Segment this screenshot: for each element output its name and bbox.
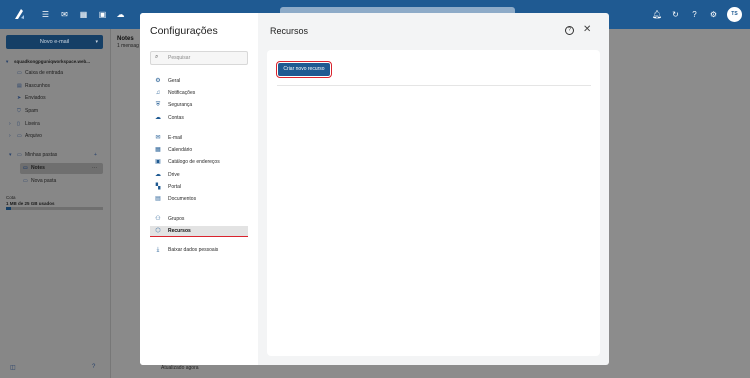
grid-icon: ▚ bbox=[155, 184, 161, 190]
download-icon: ⤓ bbox=[156, 247, 160, 253]
divider bbox=[277, 85, 591, 86]
new-mail-label: Novo e-mail bbox=[39, 39, 70, 45]
spam-icon: ⛉ bbox=[17, 108, 21, 114]
chevron-down-icon: ▾ bbox=[9, 152, 12, 158]
sidebar-item-inbox[interactable]: ▭ Caixa de entrada bbox=[17, 69, 63, 78]
nav-item-documents[interactable]: ▤ Documentos bbox=[150, 194, 248, 205]
sidebar-item-sent[interactable]: ➤ Enviados bbox=[17, 94, 46, 103]
users-icon: ⚇ bbox=[155, 216, 161, 222]
folder-title: Notes bbox=[117, 36, 134, 42]
nav-item-general[interactable]: ⚙ Geral bbox=[150, 76, 248, 87]
toggle-sidebar-icon[interactable]: ◫ bbox=[10, 364, 16, 371]
folder-icon: ▭ bbox=[17, 152, 22, 158]
folder-icon: ▭ bbox=[23, 165, 28, 171]
search-icon: ⌕ bbox=[155, 54, 159, 60]
nav-item-groups[interactable]: ⚇ Grupos bbox=[150, 214, 248, 225]
cloud-icon: ☁ bbox=[155, 172, 161, 178]
bell-icon: ♫ bbox=[155, 90, 161, 96]
search-placeholder: Pesquisar bbox=[168, 55, 191, 61]
nav-item-resources[interactable]: ⬡ Recursos bbox=[150, 226, 248, 237]
add-folder-icon[interactable]: + bbox=[94, 151, 97, 160]
new-mail-button[interactable]: Novo e-mail ▾ bbox=[6, 35, 103, 49]
close-icon[interactable]: ✕ bbox=[583, 24, 591, 35]
help-icon[interactable]: ? bbox=[565, 26, 574, 35]
cube-icon: ⬡ bbox=[155, 228, 161, 234]
chevron-right-icon: › bbox=[9, 121, 11, 127]
more-options-icon[interactable]: ··· bbox=[92, 164, 97, 173]
avatar[interactable]: TS bbox=[727, 7, 742, 22]
sidebar-item-drafts[interactable]: ▤ Rascunhos bbox=[17, 82, 50, 91]
settings-nav: Configurações ⌕ Pesquisar ⚙ Geral ♫ Notifi… bbox=[140, 13, 258, 365]
archive-icon: ▭ bbox=[17, 133, 22, 139]
help-icon[interactable]: ? bbox=[92, 364, 95, 370]
sidebar-item-spam[interactable]: ⛉ Spam bbox=[17, 107, 38, 116]
nav-item-notifications[interactable]: ♫ Notificações bbox=[150, 88, 248, 99]
contacts-icon[interactable]: ▣ bbox=[98, 10, 107, 19]
trash-icon: ▯ bbox=[17, 121, 20, 127]
settings-icon[interactable]: ⚙ bbox=[709, 10, 718, 19]
message-count: 1 mensag bbox=[117, 43, 139, 49]
account-label[interactable]: ▾ squadkongpguniqworkspace.web... bbox=[6, 57, 90, 66]
sidebar-item-archive[interactable]: › ▭ Arquivo bbox=[9, 132, 42, 141]
shield-icon: ⛨ bbox=[155, 102, 161, 108]
resources-panel: Criar novo recurso bbox=[267, 50, 600, 356]
nav-item-portal[interactable]: ▚ Portal bbox=[150, 182, 248, 193]
calendar-icon: ▦ bbox=[155, 147, 161, 153]
nav-item-address-book[interactable]: ▣ Catálogo de endereços bbox=[150, 157, 248, 168]
cloud-icon[interactable]: ☁ bbox=[116, 10, 125, 19]
nav-item-drive[interactable]: ☁ Drive bbox=[150, 170, 248, 181]
nav-item-calendar[interactable]: ▦ Calendário bbox=[150, 145, 248, 156]
sidebar-item-new-folder[interactable]: ▭ Nova pasta bbox=[23, 177, 56, 186]
settings-dialog: Configurações ⌕ Pesquisar ⚙ Geral ♫ Notifi… bbox=[140, 13, 609, 365]
notification-icon[interactable]: 🔔︎ bbox=[652, 10, 662, 19]
mail-icon[interactable]: ✉ bbox=[60, 10, 69, 19]
cloud-icon: ☁ bbox=[155, 115, 161, 121]
chevron-right-icon: › bbox=[9, 133, 11, 139]
sidebar-item-notes[interactable]: ▭ Notes bbox=[23, 164, 45, 173]
mail-icon: ✉ bbox=[155, 135, 161, 141]
sidebar-item-my-folders[interactable]: ▾ ▭ Minhas pastas bbox=[9, 151, 57, 160]
contacts-icon: ▣ bbox=[155, 159, 161, 165]
calendar-icon[interactable]: ▦ bbox=[79, 10, 88, 19]
refresh-icon[interactable]: ↻ bbox=[671, 10, 680, 19]
nav-item-email[interactable]: ✉ E-mail bbox=[150, 133, 248, 144]
gear-icon: ⚙ bbox=[155, 78, 161, 84]
app-logo-icon bbox=[15, 9, 24, 19]
sidebar-item-trash[interactable]: › ▯ Lixeira bbox=[9, 120, 40, 129]
updated-status: Atualizado agora bbox=[161, 365, 199, 371]
settings-title: Configurações bbox=[150, 25, 218, 37]
drafts-icon: ▤ bbox=[17, 83, 22, 89]
help-icon[interactable]: ? bbox=[690, 10, 699, 19]
chevron-down-icon[interactable]: ▾ bbox=[95, 35, 98, 49]
sidebar: Novo e-mail ▾ ▾ squadkongpguniqworkspace.… bbox=[0, 29, 110, 378]
nav-item-security[interactable]: ⛨ Segurança bbox=[150, 100, 248, 111]
document-icon: ▤ bbox=[155, 196, 161, 202]
chevron-down-icon: ▾ bbox=[6, 59, 9, 64]
quota-progress-bar bbox=[6, 207, 103, 210]
nav-item-accounts[interactable]: ☁ Contas bbox=[150, 113, 248, 124]
settings-search-input[interactable]: ⌕ Pesquisar bbox=[150, 51, 248, 65]
folder-icon: ▭ bbox=[23, 178, 28, 184]
create-resource-button[interactable]: Criar novo recurso bbox=[276, 61, 332, 78]
inbox-icon: ▭ bbox=[17, 70, 22, 76]
quota-progress-fill bbox=[6, 207, 11, 210]
sent-icon: ➤ bbox=[17, 95, 22, 101]
menu-icon[interactable]: ☰ bbox=[41, 10, 50, 19]
section-title: Recursos bbox=[270, 26, 309, 36]
nav-item-download-data[interactable]: ⤓ Baixar dados pessoais bbox=[150, 245, 248, 256]
